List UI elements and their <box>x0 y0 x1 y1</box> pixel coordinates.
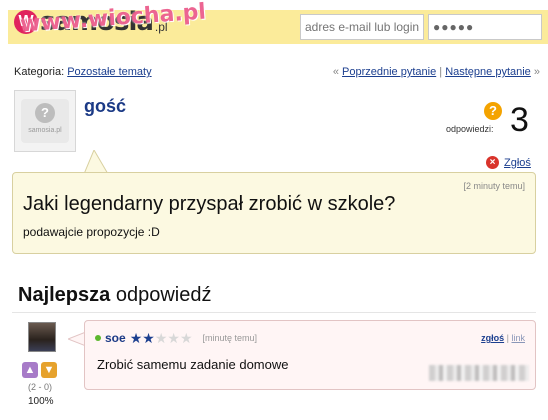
answer-box: soe ★ ★ ★ ★ ★ [minutę temu] zgłoś | link Zro… <box>84 320 536 390</box>
question-title: Jaki legendarny przyspał zrobić w szkole… <box>23 193 396 215</box>
answerer-avatar[interactable] <box>28 322 56 352</box>
site-logo[interactable]: W samosia .pl <box>14 4 168 40</box>
question-description: podawajcie propozycje :D <box>23 225 160 239</box>
logo-text: samosia <box>40 7 154 37</box>
category-link[interactable]: Pozostałe tematy <box>67 66 151 78</box>
best-answer-heading-rest: odpowiedź <box>110 284 212 306</box>
best-answer-heading-bold: Najlepsza <box>18 284 111 306</box>
next-arrow: » <box>533 66 540 78</box>
answer-actions: zgłoś | link <box>481 333 525 343</box>
answerer-username[interactable]: soe <box>105 331 126 345</box>
divider <box>12 312 536 313</box>
answers-label: odpowiedzi: <box>446 124 494 134</box>
top-bar: W samosia .pl www.wiocha.pl ●●●●● <box>0 0 548 46</box>
answers-count: ? odpowiedzi: 3 <box>440 100 540 140</box>
star-empty-icon: ★ <box>179 330 193 346</box>
avatar-label: samosia.pl <box>28 127 62 134</box>
asker-username[interactable]: gość <box>84 96 126 117</box>
category-breadcrumb: Kategoria: Pozostałe tematy <box>14 66 152 78</box>
thumbs-down-icon[interactable]: ▼ <box>41 362 57 378</box>
speech-bubble-tail <box>84 150 108 174</box>
rating-stars: ★ ★ ★ ★ ★ <box>130 331 193 345</box>
answer-header: soe ★ ★ ★ ★ ★ [minutę temu] <box>95 331 257 345</box>
logo-suffix: .pl <box>154 20 168 34</box>
nav-separator: | <box>439 66 443 78</box>
best-answer-heading: Najlepsza odpowiedź <box>18 284 211 307</box>
online-status-icon <box>95 335 101 341</box>
close-icon: × <box>486 156 499 169</box>
default-avatar-icon: ? samosia.pl <box>21 99 69 143</box>
email-login-input[interactable] <box>300 14 424 40</box>
question-box: [2 minuty temu] Jaki legendarny przyspał… <box>12 172 536 254</box>
answer-permalink[interactable]: link <box>511 333 525 343</box>
answer-text: Zrobić samemu zadanie domowe <box>97 357 289 372</box>
vote-percent: 100% <box>28 396 54 407</box>
category-label: Kategoria: <box>14 66 65 78</box>
vote-buttons: ▲ ▼ <box>22 362 57 378</box>
report-label: Zgłoś <box>504 156 531 169</box>
star-empty-icon: ★ <box>154 330 168 346</box>
report-question-button[interactable]: × Zgłoś <box>486 156 531 169</box>
star-empty-icon: ★ <box>167 330 180 346</box>
answer-time: [minutę temu] <box>202 333 258 343</box>
prev-arrow: « <box>332 66 339 78</box>
next-question-link[interactable]: Następne pytanie <box>445 66 531 78</box>
links-separator: | <box>506 333 509 343</box>
star-filled-icon: ★ <box>129 330 143 346</box>
prev-question-link[interactable]: Poprzednie pytanie <box>342 66 436 78</box>
question-time: [2 minuty temu] <box>463 181 525 191</box>
answers-number: 3 <box>510 101 529 139</box>
logo-badge: W <box>14 10 38 34</box>
asker-avatar[interactable]: ? samosia.pl <box>14 90 76 152</box>
blurred-region <box>429 365 529 381</box>
question-navigation: « Poprzednie pytanie | Następne pytanie … <box>333 66 540 78</box>
star-filled-icon: ★ <box>142 330 155 346</box>
thumbs-up-icon[interactable]: ▲ <box>22 362 38 378</box>
vote-count: (2 - 0) <box>28 382 53 392</box>
report-answer-link[interactable]: zgłoś <box>481 333 504 343</box>
password-input[interactable]: ●●●●● <box>428 14 542 40</box>
question-mark-icon: ? <box>484 102 502 120</box>
